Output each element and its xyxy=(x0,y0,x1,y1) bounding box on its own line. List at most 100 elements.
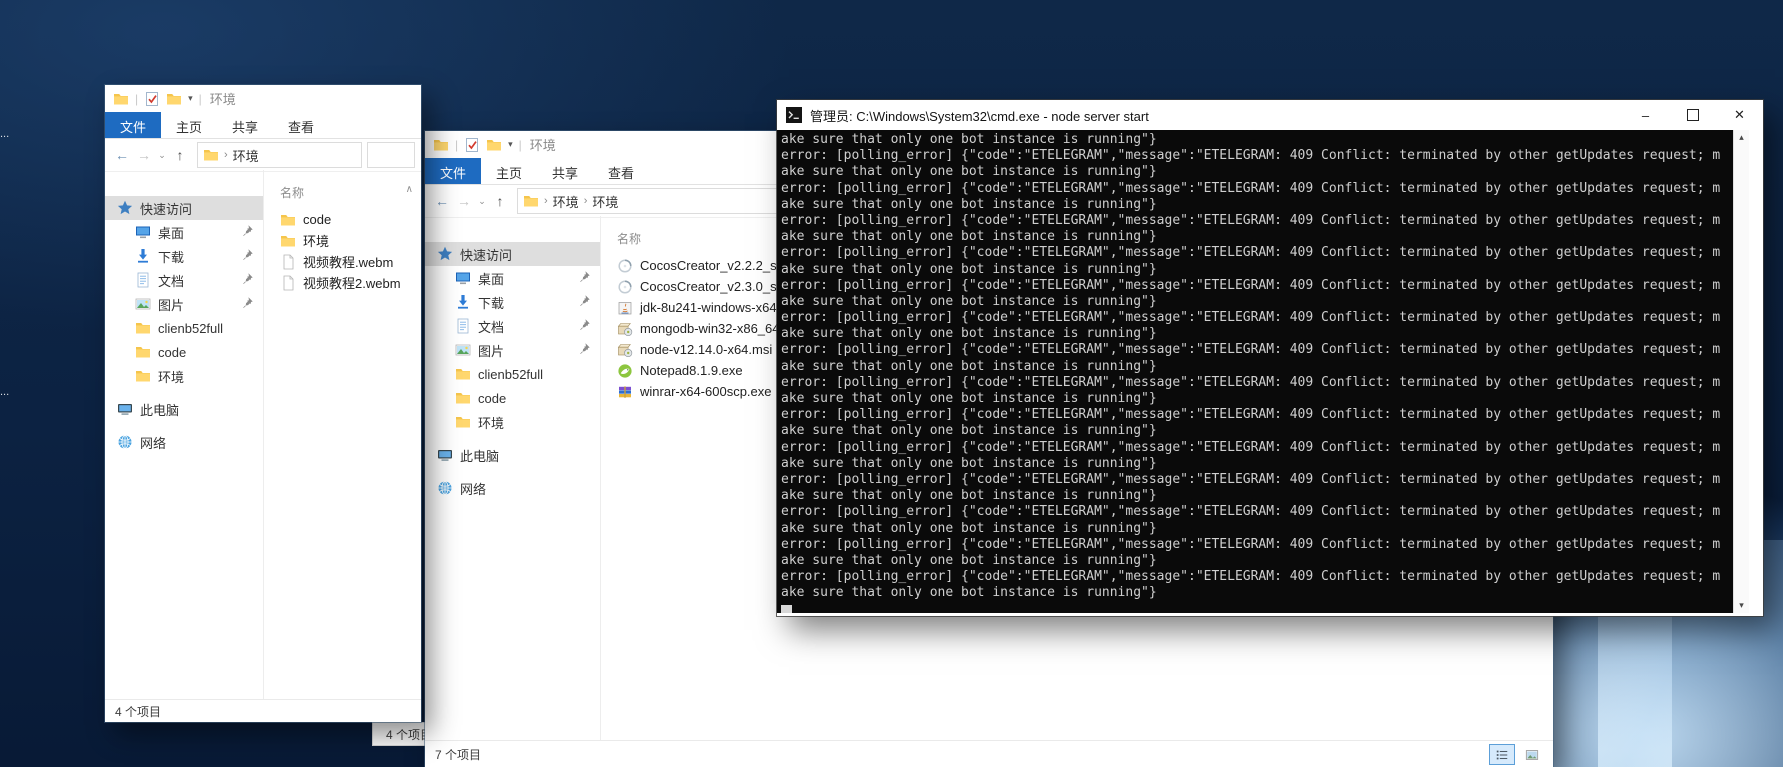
file-name: 视频教程2.webm xyxy=(303,273,401,292)
quick-access-toolbar-caret-icon[interactable]: ▾ xyxy=(188,93,193,104)
console-line: error: [polling_error] {"code":"ETELEGRA… xyxy=(781,213,1734,229)
console-line: error: [polling_error] {"code":"ETELEGRA… xyxy=(781,472,1734,488)
console-line: ake sure that only one bot instance is r… xyxy=(781,326,1734,342)
scroll-up-icon[interactable]: ▴ xyxy=(1734,130,1749,145)
tab-home[interactable]: 主页 xyxy=(161,112,217,138)
file-row[interactable]: code xyxy=(280,209,421,230)
close-button[interactable]: ✕ xyxy=(1716,100,1763,130)
separator: | xyxy=(199,92,202,106)
sidebar-item[interactable]: 文档 xyxy=(425,314,600,338)
file-list-pane[interactable]: 名称 ∧ code环境视频教程.webm视频教程2.webm xyxy=(264,170,421,700)
console-line: ake sure that only one bot instance is r… xyxy=(781,294,1734,310)
titlebar[interactable]: | ▾ | 环境 xyxy=(105,85,421,112)
address-bar[interactable]: ›环境 xyxy=(197,142,362,168)
tab-share[interactable]: 共享 xyxy=(537,158,593,184)
properties-check-icon[interactable] xyxy=(144,91,160,107)
maximize-icon xyxy=(1687,109,1699,121)
tab-share[interactable]: 共享 xyxy=(217,112,273,138)
icons-view-icon xyxy=(1525,748,1539,762)
navigation-bar: ← → ⌄ ↑ ›环境 xyxy=(105,139,421,172)
sidebar-item-label: 下载 xyxy=(478,293,504,312)
tab-file[interactable]: 文件 xyxy=(425,158,481,184)
up-icon[interactable]: ↑ xyxy=(489,193,511,209)
console-line: ake sure that only one bot instance is r… xyxy=(781,197,1734,213)
sidebar-item[interactable]: 桌面 xyxy=(425,266,600,290)
sidebar-item[interactable]: code xyxy=(105,340,263,364)
sidebar-item[interactable]: 下载 xyxy=(425,290,600,314)
recent-locations-icon[interactable]: ⌄ xyxy=(155,150,169,161)
sidebar-item[interactable]: 图片 xyxy=(105,292,263,316)
sidebar-item-label: 桌面 xyxy=(478,269,504,288)
sidebar-item-label: 快速访问 xyxy=(140,199,192,218)
sidebar-item-label: 文档 xyxy=(478,317,504,336)
maximize-button[interactable] xyxy=(1669,100,1716,130)
breadcrumb-separator-icon: › xyxy=(542,195,550,207)
sidebar-item[interactable]: 快速访问 xyxy=(425,242,600,266)
tab-home[interactable]: 主页 xyxy=(481,158,537,184)
tab-file[interactable]: 文件 xyxy=(105,112,161,138)
sidebar-item[interactable]: 快速访问 xyxy=(105,196,263,220)
navigation-pane: 快速访问桌面下载文档图片 clienb52full code 环境此电脑网络 xyxy=(425,216,601,741)
console-line: error: [polling_error] {"code":"ETELEGRA… xyxy=(781,537,1734,553)
sidebar-item[interactable]: 文档 xyxy=(105,268,263,292)
folder-icon xyxy=(135,368,151,384)
close-icon: ✕ xyxy=(1734,107,1745,123)
recent-locations-icon[interactable]: ⌄ xyxy=(475,196,489,207)
folder-icon xyxy=(455,390,471,406)
details-view-button[interactable] xyxy=(1489,744,1515,765)
back-icon[interactable]: ← xyxy=(431,193,453,209)
titlebar[interactable]: 管理员: C:\Windows\System32\cmd.exe - node … xyxy=(777,100,1763,130)
sidebar-item[interactable]: 图片 xyxy=(425,338,600,362)
sidebar-item[interactable]: 网络 xyxy=(105,430,263,454)
desktop-text-fragment: ... xyxy=(0,128,9,140)
details-view-icon xyxy=(1495,748,1509,762)
sidebar-item[interactable]: 下载 xyxy=(105,244,263,268)
minimize-button[interactable]: – xyxy=(1622,100,1669,130)
console-scrollbar[interactable]: ▴ ▾ xyxy=(1733,130,1749,613)
sidebar-item[interactable]: 此电脑 xyxy=(425,443,600,467)
breadcrumb-segment[interactable]: 环境 xyxy=(233,146,259,165)
icons-view-button[interactable] xyxy=(1519,744,1545,765)
up-icon[interactable]: ↑ xyxy=(169,147,191,163)
folder-icon xyxy=(135,344,151,360)
sidebar-item[interactable]: clienb52full xyxy=(105,316,263,340)
cmd-window: 管理员: C:\Windows\System32\cmd.exe - node … xyxy=(777,100,1763,616)
sidebar-item[interactable]: 环境 xyxy=(425,410,600,434)
breadcrumb-segment[interactable]: 环境 xyxy=(553,192,579,211)
sidebar-item-label: clienb52full xyxy=(478,367,543,382)
sidebar-item[interactable]: 桌面 xyxy=(105,220,263,244)
file-row[interactable]: 视频教程2.webm xyxy=(280,272,421,293)
status-bar: 7 个项目 xyxy=(425,740,1553,767)
console-line: ake sure that only one bot instance is r… xyxy=(781,553,1734,569)
tab-view[interactable]: 查看 xyxy=(593,158,649,184)
scroll-down-icon[interactable]: ▾ xyxy=(1734,598,1749,613)
console-line: ake sure that only one bot instance is r… xyxy=(781,423,1734,439)
back-icon[interactable]: ← xyxy=(111,147,133,163)
documents-icon xyxy=(135,272,151,288)
forward-icon[interactable]: → xyxy=(453,193,475,209)
sidebar-item[interactable]: 网络 xyxy=(425,476,600,500)
scroll-up-icon[interactable]: ∧ xyxy=(406,184,413,195)
quick-access-toolbar-caret-icon[interactable]: ▾ xyxy=(508,139,513,150)
pin-icon xyxy=(241,272,254,285)
properties-check-icon[interactable] xyxy=(464,137,480,153)
sidebar-item-label: code xyxy=(478,391,506,406)
new-folder-icon[interactable] xyxy=(486,137,502,153)
breadcrumb-segment[interactable]: 环境 xyxy=(592,192,618,211)
sidebar-item[interactable]: 此电脑 xyxy=(105,397,263,421)
pin-icon xyxy=(578,270,591,283)
separator: | xyxy=(519,138,522,152)
window-title: 环境 xyxy=(210,89,236,108)
sidebar-item[interactable]: 环境 xyxy=(105,364,263,388)
new-folder-icon[interactable] xyxy=(166,91,182,107)
file-name: winrar-x64-600scp.exe xyxy=(640,384,772,399)
sidebar-item[interactable]: code xyxy=(425,386,600,410)
tab-view[interactable]: 查看 xyxy=(273,112,329,138)
search-input[interactable] xyxy=(367,142,415,168)
file-row[interactable]: 环境 xyxy=(280,230,421,251)
desktop-icon xyxy=(135,224,151,240)
forward-icon[interactable]: → xyxy=(133,147,155,163)
sidebar-item[interactable]: clienb52full xyxy=(425,362,600,386)
name-column-header[interactable]: 名称 xyxy=(280,184,421,201)
file-row[interactable]: 视频教程.webm xyxy=(280,251,421,272)
